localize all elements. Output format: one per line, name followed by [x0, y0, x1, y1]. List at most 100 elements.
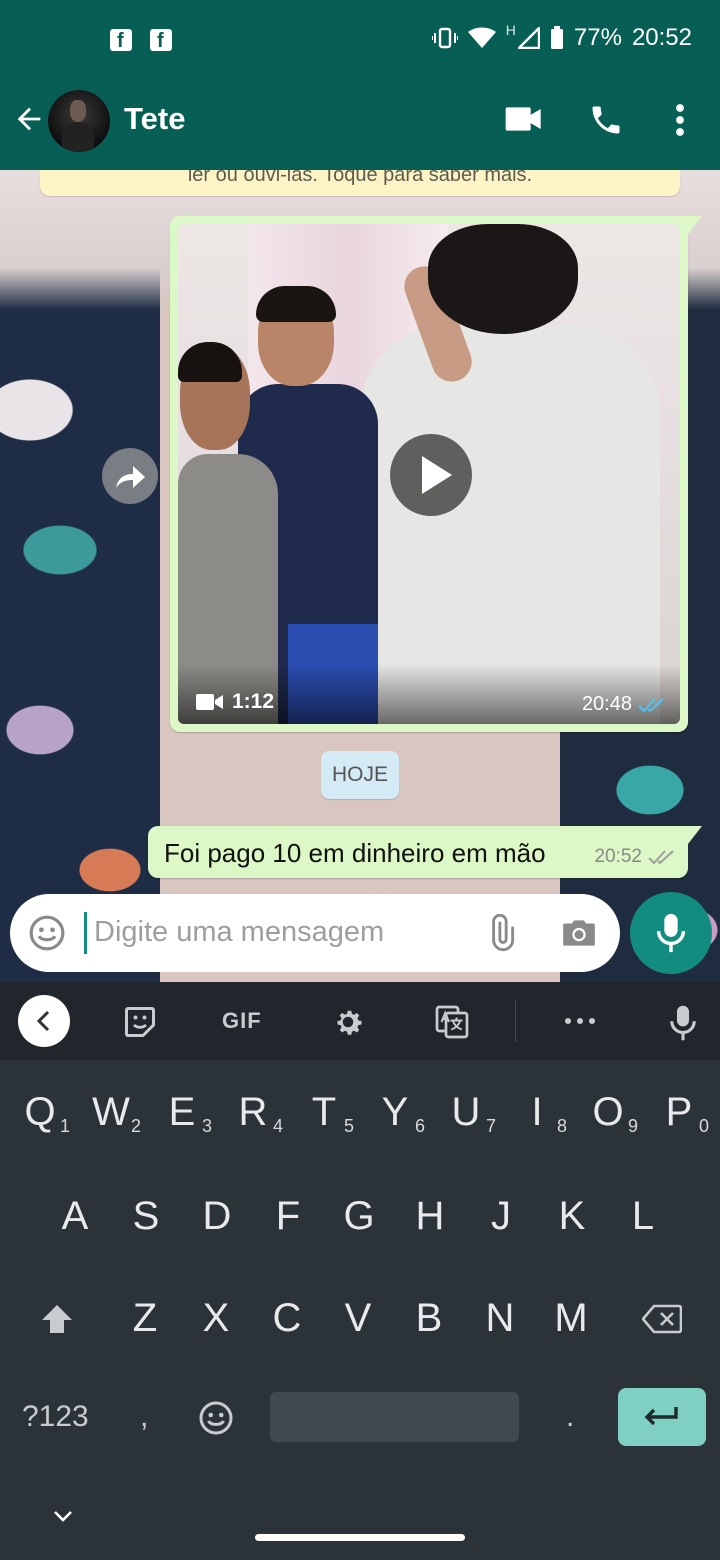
video-message-meta: 20:48 [582, 693, 666, 716]
emoji-icon[interactable] [28, 914, 66, 952]
key-f[interactable]: F [252, 1176, 324, 1256]
play-video-button[interactable] [390, 434, 472, 516]
key-m[interactable]: M [535, 1278, 607, 1358]
period-key[interactable]: . [566, 1400, 574, 1434]
key-i[interactable]: I8 [501, 1072, 573, 1152]
emoji-key-icon[interactable] [198, 1400, 234, 1436]
key-hint: 4 [272, 1116, 283, 1136]
battery-percentage: 77% [573, 24, 622, 51]
forward-button[interactable] [102, 448, 158, 504]
key-hint: 1 [59, 1116, 70, 1136]
key-u[interactable]: U7 [430, 1072, 502, 1152]
more-icon[interactable] [562, 1012, 598, 1030]
enter-key[interactable] [618, 1388, 706, 1446]
key-hint: 8 [556, 1116, 567, 1136]
key-a[interactable]: A [39, 1176, 111, 1256]
key-hint: 3 [201, 1116, 212, 1136]
key-hint: 2 [130, 1116, 141, 1136]
key-p[interactable]: P0 [643, 1072, 715, 1152]
key-hint: 0 [698, 1116, 709, 1136]
voice-call-icon[interactable] [588, 102, 624, 138]
keyboard-toolbar: GIF [0, 982, 720, 1060]
key-r[interactable]: R4 [217, 1072, 289, 1152]
status-time: 20:52 [631, 24, 692, 51]
more-options-icon[interactable] [672, 102, 688, 138]
backspace-icon[interactable] [642, 1304, 682, 1334]
forward-icon [116, 466, 145, 488]
shift-icon[interactable] [40, 1303, 74, 1335]
keyboard: Q1 W2 E3 R4 T5 Y6 U7 I8 O9 P0 A S D F G … [0, 1060, 720, 1478]
key-d[interactable]: D [181, 1176, 253, 1256]
video-camera-icon [196, 694, 223, 710]
key-e[interactable]: E3 [146, 1072, 218, 1152]
message-meta: 20:52 [594, 846, 676, 868]
back-arrow-icon[interactable] [12, 102, 46, 136]
message-composer[interactable]: Digite uma mensagem [10, 894, 620, 972]
key-q[interactable]: Q1 [4, 1072, 76, 1152]
key-k[interactable]: K [536, 1176, 608, 1256]
hide-keyboard-chevron-icon[interactable] [52, 1508, 74, 1524]
message-input[interactable]: Digite uma mensagem [94, 916, 384, 949]
key-v[interactable]: V [322, 1278, 394, 1358]
key-w[interactable]: W2 [75, 1072, 147, 1152]
key-l[interactable]: L [607, 1176, 679, 1256]
video-call-icon[interactable] [504, 102, 544, 136]
key-g[interactable]: G [323, 1176, 395, 1256]
text-cursor [84, 912, 87, 954]
delivered-ticks-icon [648, 850, 674, 865]
contact-name[interactable]: Tete [124, 101, 185, 137]
text-message-bubble[interactable]: Foi pago 10 em dinheiro em mão 20:52 [148, 826, 702, 878]
network-type-label: H [505, 22, 516, 38]
message-time: 20:52 [594, 846, 642, 867]
comma-key[interactable]: , [140, 1400, 148, 1434]
key-h[interactable]: H [394, 1176, 466, 1256]
vibrate-icon [431, 27, 458, 49]
settings-gear-icon[interactable] [330, 1004, 366, 1040]
encryption-notice-text: ler ou ouvi-las. Toque para saber mais. [187, 170, 533, 186]
voice-typing-microphone-icon[interactable] [668, 1004, 698, 1042]
symbols-key[interactable]: ?123 [22, 1400, 89, 1434]
home-gesture-pill[interactable] [255, 1534, 465, 1541]
status-bar: f f H 77% 20:52 [0, 0, 720, 72]
read-ticks-icon [638, 697, 664, 712]
sticker-icon[interactable] [122, 1004, 158, 1040]
video-message-time: 20:48 [581, 693, 632, 715]
key-c[interactable]: C [251, 1278, 323, 1358]
keyboard-collapse-button[interactable] [18, 995, 70, 1047]
enter-icon [644, 1407, 678, 1426]
encryption-notice[interactable]: ler ou ouvi-las. Toque para saber mais. [40, 170, 680, 196]
video-duration-label: 1:12 [232, 690, 275, 713]
key-hint: 9 [627, 1116, 638, 1136]
gif-button[interactable]: GIF [222, 1008, 262, 1034]
voice-record-button[interactable] [630, 892, 712, 974]
contact-avatar[interactable] [48, 90, 110, 152]
camera-icon[interactable] [560, 914, 598, 952]
key-b[interactable]: B [393, 1278, 465, 1358]
facebook-notification-icon: f [150, 29, 172, 52]
video-message-bubble[interactable]: 1:12 20:48 [170, 216, 702, 732]
key-t[interactable]: T5 [288, 1072, 360, 1152]
microphone-icon [656, 913, 686, 953]
key-j[interactable]: J [465, 1176, 537, 1256]
key-n[interactable]: N [464, 1278, 536, 1358]
key-x[interactable]: X [180, 1278, 252, 1358]
cell-signal-icon [517, 27, 540, 49]
chat-background: ler ou ouvi-las. Toque para saber mais. … [0, 170, 720, 982]
translate-icon[interactable] [434, 1004, 470, 1040]
chat-header: Tete [0, 72, 720, 170]
key-s[interactable]: S [110, 1176, 182, 1256]
video-duration: 1:12 [196, 690, 274, 714]
spacebar[interactable] [270, 1392, 519, 1442]
key-y[interactable]: Y6 [359, 1072, 431, 1152]
chevron-left-icon [36, 1010, 50, 1032]
key-hint: 7 [485, 1116, 496, 1136]
key-o[interactable]: O9 [572, 1072, 644, 1152]
key-z[interactable]: Z [109, 1278, 181, 1358]
status-indicators: H 77% 20:52 [431, 22, 692, 52]
wifi-icon [467, 27, 496, 48]
message-text: Foi pago 10 em dinheiro em mão [164, 838, 546, 868]
video-thumbnail[interactable]: 1:12 20:48 [178, 224, 680, 724]
key-hint: 5 [343, 1116, 354, 1136]
key-hint: 6 [414, 1116, 425, 1136]
attach-icon[interactable] [482, 914, 520, 952]
